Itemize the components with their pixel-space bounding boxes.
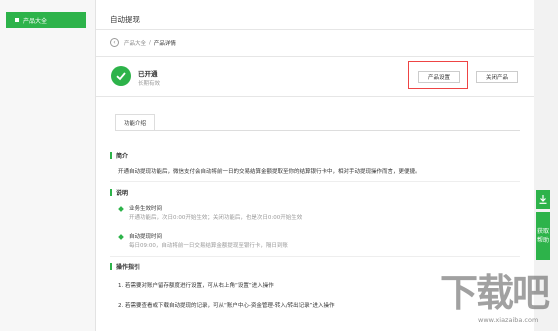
page-title: 自动提现	[110, 15, 140, 24]
download-button[interactable]	[536, 190, 550, 209]
section-marker	[110, 263, 112, 270]
breadcrumb-parent[interactable]: 产品大全	[124, 39, 146, 47]
notes-title: 说明	[116, 190, 129, 197]
watermark-logo: 下载吧 www.xiazaiba.com	[438, 262, 553, 328]
download-icon	[539, 195, 547, 204]
sidebar: 产品大全	[0, 0, 96, 331]
note-item-desc: 开通功能后，次日0:00开始生效；关闭功能后，也是次日0:00开始生效	[129, 215, 303, 221]
status-subtitle: 长期有效	[138, 81, 161, 87]
note-item-title: 自动提现时间	[129, 234, 163, 240]
note-item-title: 业务生效时间	[129, 206, 163, 212]
intro-title: 简介	[116, 153, 129, 160]
divider	[110, 256, 520, 257]
note-item-desc: 每日09:00，自动将前一日交易结算金额提现至银行卡，隔日到账	[129, 243, 288, 249]
section-marker	[110, 152, 112, 159]
breadcrumb-separator: /	[149, 39, 151, 46]
sidebar-item-products[interactable]: 产品大全	[6, 12, 86, 28]
intro-section-header: 简介	[110, 151, 128, 160]
watermark-url: www.xiazaiba.com	[478, 316, 539, 324]
divider	[96, 96, 534, 97]
watermark-brand: 下载吧	[440, 271, 550, 315]
help-label: 获取	[536, 228, 549, 235]
grid-icon	[15, 18, 19, 22]
close-product-button[interactable]: 关闭产品	[476, 71, 518, 83]
section-marker	[110, 189, 112, 196]
guide-step: 2. 若需要查看或下载自动提现的记录，可从“账户中心-资金管理-转入/转出记录”…	[118, 303, 335, 309]
get-help-button[interactable]: 获取 帮助	[536, 212, 550, 260]
product-settings-button[interactable]: 产品设置	[418, 71, 460, 83]
guide-title: 操作指引	[116, 264, 141, 271]
breadcrumb-current: 产品详情	[153, 40, 176, 47]
tab-underline	[115, 130, 520, 131]
notes-section-header: 说明	[110, 188, 128, 197]
divider	[110, 181, 520, 182]
back-icon[interactable]: ‹	[110, 38, 119, 47]
divider	[96, 29, 534, 30]
guide-section-header: 操作指引	[110, 262, 140, 271]
checkmark-icon	[111, 66, 131, 86]
status-title: 已开通	[138, 70, 158, 78]
help-label: 帮助	[536, 237, 549, 244]
sidebar-item-label: 产品大全	[23, 17, 48, 25]
divider	[96, 56, 534, 57]
guide-step: 1. 若需要对账户留存额度进行设置，可从右上角“设置”进入操作	[118, 283, 274, 289]
breadcrumb: ‹ 产品大全 / 产品详情	[110, 38, 176, 47]
bullet-icon	[118, 234, 124, 240]
tab-feature-intro[interactable]: 功能介绍	[115, 114, 155, 130]
bullet-icon	[118, 206, 124, 212]
intro-text: 开通自动提现功能后，微信支付会自动将前一日的交易结算金额提取至你的结算银行卡中，…	[118, 169, 421, 175]
